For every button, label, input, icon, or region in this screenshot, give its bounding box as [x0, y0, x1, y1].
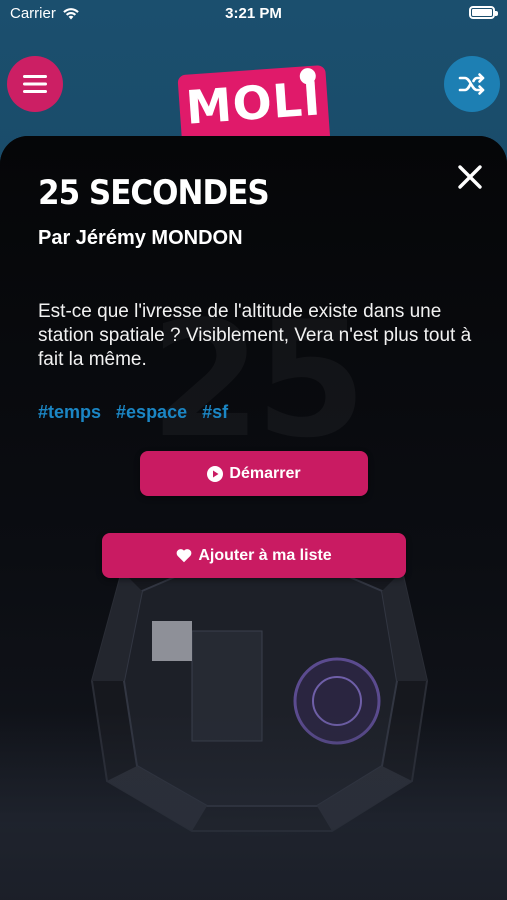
cover-floor	[0, 710, 507, 900]
hamburger-icon	[23, 75, 47, 93]
close-button[interactable]	[455, 162, 485, 192]
add-to-list-label: Ajouter à ma liste	[198, 546, 332, 564]
start-button-label: Démarrer	[229, 464, 301, 482]
play-icon	[207, 465, 224, 482]
status-bar: Carrier 3:21 PM	[0, 0, 507, 28]
story-detail-sheet: 25 25 SECONDES Par Jérémy MONDON Est-ce …	[0, 136, 507, 900]
tag-sf[interactable]: #sf	[202, 402, 228, 423]
story-title: 25 SECONDES	[38, 174, 270, 213]
story-author: Par Jérémy MONDON	[38, 227, 243, 249]
heart-icon	[176, 549, 192, 563]
tag-espace[interactable]: #espace	[116, 402, 187, 423]
close-icon	[458, 165, 482, 189]
shuffle-button[interactable]	[444, 56, 500, 112]
menu-button[interactable]	[7, 56, 63, 112]
add-to-list-button[interactable]: Ajouter à ma liste	[102, 533, 406, 578]
story-description: Est-ce que l'ivresse de l'altitude exist…	[38, 301, 472, 370]
tag-temps[interactable]: #temps	[38, 402, 101, 423]
tag-list: #temps #espace #sf	[38, 402, 228, 423]
status-time: 3:21 PM	[225, 5, 282, 22]
start-button[interactable]: Démarrer	[140, 451, 368, 496]
shuffle-icon	[458, 73, 485, 95]
battery-icon	[469, 6, 498, 19]
